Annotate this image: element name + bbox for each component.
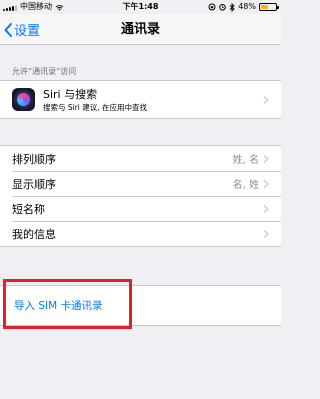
chevron-right-icon	[263, 204, 269, 213]
display-order-row[interactable]: 显示顺序 名, 姓	[0, 171, 281, 196]
row-value: 名, 姓	[232, 180, 259, 191]
row-value: 姓, 名	[232, 155, 259, 166]
chevron-right-icon	[263, 179, 269, 188]
siri-icon	[12, 88, 35, 111]
row-label: 显示顺序	[12, 177, 56, 191]
orientation-lock-icon	[208, 3, 216, 11]
bluetooth-icon	[229, 2, 235, 12]
page-title: 通讯录	[120, 22, 160, 37]
row-label: 排列顺序	[12, 152, 56, 166]
short-name-row[interactable]: 短名称	[0, 196, 281, 221]
chevron-right-icon	[263, 154, 269, 163]
section-header-access: 允许“通讯录”访问	[12, 67, 77, 76]
access-group: Siri 与搜索 搜索与 Siri 建议, 在应用中查找	[0, 80, 281, 119]
battery-icon	[259, 3, 279, 11]
battery-percent: 48%	[238, 2, 256, 11]
settings-group: 排列顺序 姓, 名 显示顺序 名, 姓 短名称 我的信息	[0, 145, 281, 247]
status-bar: 中国移动 下午1:48 48%	[0, 0, 281, 14]
chevron-right-icon	[263, 95, 269, 104]
siri-search-row[interactable]: Siri 与搜索 搜索与 Siri 建议, 在应用中查找	[0, 81, 281, 118]
my-info-row[interactable]: 我的信息	[0, 221, 281, 246]
highlight-annotation	[3, 279, 132, 329]
row-label: 短名称	[12, 202, 45, 216]
siri-search-title: Siri 与搜索	[43, 88, 98, 101]
chevron-right-icon	[263, 229, 269, 238]
status-right: 48%	[208, 0, 279, 14]
row-label: 我的信息	[12, 227, 56, 241]
navigation-bar: 设置 通讯录	[0, 14, 281, 45]
siri-search-subtitle: 搜索与 Siri 建议, 在应用中查找	[43, 103, 148, 112]
alarm-icon	[219, 4, 227, 11]
sort-order-row[interactable]: 排列顺序 姓, 名	[0, 146, 281, 171]
battery-fill	[261, 5, 268, 9]
